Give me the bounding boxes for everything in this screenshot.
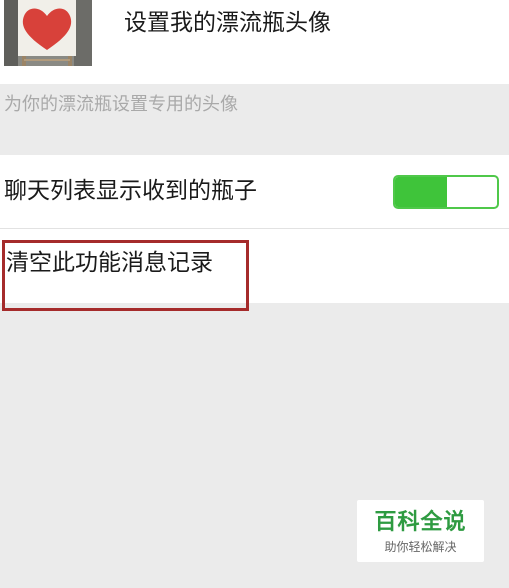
avatar-setting-row[interactable]: 设置我的漂流瓶头像 <box>0 0 509 84</box>
avatar-setting-label: 设置我的漂流瓶头像 <box>124 10 331 36</box>
highlight-annotation-box <box>2 240 249 311</box>
show-bottles-label: 聊天列表显示收到的瓶子 <box>4 178 257 204</box>
toggle-on-indicator <box>395 177 447 207</box>
heart-picture-icon <box>4 0 92 66</box>
watermark-logo: 百科全说 助你轻松解决 <box>357 500 484 562</box>
watermark-subtitle: 助你轻松解决 <box>384 540 457 554</box>
show-bottles-row[interactable]: 聊天列表显示收到的瓶子 <box>0 155 509 229</box>
avatar-hint-text: 为你的漂流瓶设置专用的头像 <box>4 94 238 115</box>
watermark-title: 百科全说 <box>374 510 467 535</box>
show-bottles-toggle[interactable] <box>393 175 499 209</box>
